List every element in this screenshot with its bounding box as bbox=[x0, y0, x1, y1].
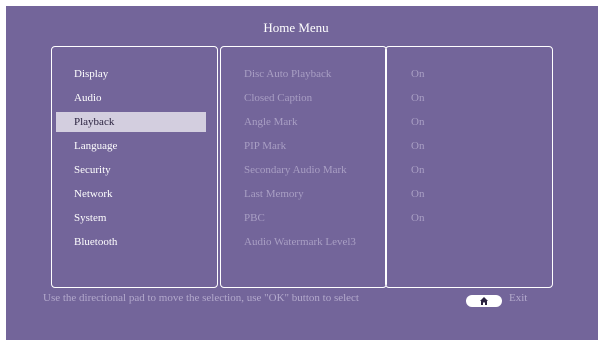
setting-value: On bbox=[411, 68, 425, 80]
setting-pbc[interactable]: PBC bbox=[244, 206, 384, 230]
category-item-system[interactable]: System bbox=[56, 206, 206, 230]
settings-list: Disc Auto Playback Closed Caption Angle … bbox=[244, 62, 384, 254]
setting-pip-mark[interactable]: PIP Mark bbox=[244, 134, 384, 158]
setting-value: On bbox=[411, 92, 425, 104]
values-list: On On On On On On On bbox=[411, 62, 491, 254]
setting-disc-auto-playback[interactable]: Disc Auto Playback bbox=[244, 62, 384, 86]
category-item-display[interactable]: Display bbox=[56, 62, 206, 86]
category-item-audio[interactable]: Audio bbox=[56, 86, 206, 110]
setting-angle-mark[interactable]: Angle Mark bbox=[244, 110, 384, 134]
setting-closed-caption[interactable]: Closed Caption bbox=[244, 86, 384, 110]
category-item-bluetooth[interactable]: Bluetooth bbox=[56, 230, 206, 254]
category-item-network[interactable]: Network bbox=[56, 182, 206, 206]
setting-value: On bbox=[411, 188, 425, 200]
home-button[interactable] bbox=[466, 295, 502, 307]
navigation-hint: Use the directional pad to move the sele… bbox=[43, 292, 359, 304]
setting-value: On bbox=[411, 116, 425, 128]
setting-value bbox=[411, 230, 491, 254]
setting-value: On bbox=[411, 212, 425, 224]
setting-last-memory[interactable]: Last Memory bbox=[244, 182, 384, 206]
category-item-security[interactable]: Security bbox=[56, 158, 206, 182]
setting-value: On bbox=[411, 164, 425, 176]
setting-value: On bbox=[411, 140, 425, 152]
category-item-language[interactable]: Language bbox=[56, 134, 206, 158]
setting-secondary-audio-mark[interactable]: Secondary Audio Mark bbox=[244, 158, 384, 182]
category-item-playback[interactable]: Playback bbox=[56, 112, 206, 132]
page-title: Home Menu bbox=[263, 20, 329, 35]
setting-audio-watermark-level3[interactable]: Audio Watermark Level3 bbox=[244, 230, 384, 254]
exit-label: Exit bbox=[509, 292, 528, 304]
category-list: Display Audio Playback Language Security… bbox=[56, 62, 206, 254]
home-icon bbox=[480, 297, 488, 305]
